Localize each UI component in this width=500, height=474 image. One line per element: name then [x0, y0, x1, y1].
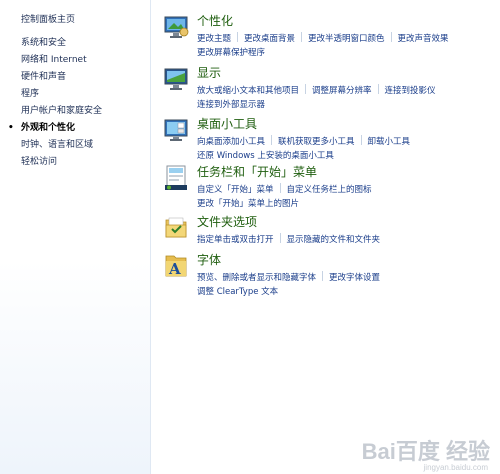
category-links: 自定义「开始」菜单 自定义任务栏上的图标更改「开始」菜单上的图片 — [197, 183, 497, 211]
taskbar-icon[interactable] — [164, 165, 190, 191]
task-link[interactable]: 还原 Windows 上安装的桌面小工具 — [197, 151, 334, 161]
link-row: 调整 ClearType 文本 — [197, 285, 497, 299]
main-content: 个性化更改主题 更改桌面背景 更改半透明窗口颜色 更改声音效果更改屏幕保护程序显示放大… — [150, 0, 500, 474]
link-separator — [271, 135, 273, 145]
task-link[interactable]: 显示隐藏的文件和文件夹 — [287, 235, 381, 245]
task-link[interactable]: 连接到外部显示器 — [197, 100, 265, 110]
sidebar-item-label: 硬件和声音 — [21, 72, 67, 82]
category-title[interactable]: 显示 — [197, 66, 221, 81]
sidebar-item-label: 外观和个性化 — [21, 123, 76, 133]
link-separator — [390, 32, 392, 42]
sidebar-list: 系统和安全网络和 Internet 硬件和声音程序用户帐户和家庭安全 • 外观和个性化… — [8, 35, 102, 171]
link-row: 更改屏幕保护程序 — [197, 46, 497, 60]
svg-text:A: A — [168, 260, 181, 278]
sidebar-item-label: 用户帐户和家庭安全 — [21, 106, 103, 116]
sidebar-item-label: 网络和 Internet — [21, 55, 87, 65]
link-separator — [279, 233, 281, 243]
link-separator — [377, 84, 379, 94]
task-link[interactable]: 更改桌面背景 — [244, 34, 295, 44]
sidebar-item[interactable]: 轻松访问 — [21, 154, 102, 171]
folder-options-icon[interactable] — [164, 215, 190, 241]
task-link[interactable]: 卸载小工具 — [368, 137, 411, 147]
sidebar-item[interactable]: 硬件和声音 — [21, 69, 102, 86]
category-links: 向桌面添加小工具 联机获取更多小工具 卸载小工具还原 Windows 上安装的桌面小… — [197, 135, 497, 163]
link-row: 指定单击或双击打开 显示隐藏的文件和文件夹 — [197, 233, 497, 247]
active-bullet-icon: • — [8, 123, 14, 133]
category-title[interactable]: 文件夹选项 — [197, 215, 257, 230]
task-link[interactable]: 放大或缩小文本和其他项目 — [197, 86, 299, 96]
sidebar-item-label: 轻松访问 — [21, 157, 58, 167]
link-separator — [301, 32, 303, 42]
link-row: 放大或缩小文本和其他项目 调整屏幕分辨率 连接到投影仪 — [197, 84, 497, 98]
link-row: 自定义「开始」菜单 自定义任务栏上的图标 — [197, 183, 497, 197]
desktop-gadgets-icon[interactable] — [164, 117, 190, 143]
task-link[interactable]: 更改「开始」菜单上的图片 — [197, 199, 299, 209]
watermark-url: jingyan.baidu.com — [423, 463, 488, 472]
link-row: 更改主题 更改桌面背景 更改半透明窗口颜色 更改声音效果 — [197, 32, 497, 46]
watermark-logo: Bai百度 经验 — [361, 439, 490, 464]
task-link[interactable]: 更改字体设置 — [329, 273, 380, 283]
link-separator — [322, 271, 324, 281]
sidebar-item[interactable]: 网络和 Internet — [21, 52, 102, 69]
task-link[interactable]: 连接到投影仪 — [385, 86, 436, 96]
task-link[interactable]: 更改主题 — [197, 34, 231, 44]
category-title[interactable]: 字体 — [197, 253, 221, 268]
fonts-icon[interactable]: A — [164, 253, 190, 279]
category-links: 指定单击或双击打开 显示隐藏的文件和文件夹 — [197, 233, 497, 247]
sidebar-item[interactable]: 程序 — [21, 86, 102, 103]
link-row: 还原 Windows 上安装的桌面小工具 — [197, 149, 497, 163]
category-title[interactable]: 任务栏和「开始」菜单 — [197, 165, 317, 180]
left-navigation-pane: 控制面板主页 系统和安全网络和 Internet 硬件和声音程序用户帐户和家庭安全… — [0, 0, 151, 474]
task-link[interactable]: 调整 ClearType 文本 — [197, 287, 278, 297]
sidebar-item[interactable]: 系统和安全 — [21, 35, 102, 52]
category-links: 放大或缩小文本和其他项目 调整屏幕分辨率 连接到投影仪连接到外部显示器 — [197, 84, 497, 112]
category-links: 预览、删除或者显示和隐藏字体 更改字体设置调整 ClearType 文本 — [197, 271, 497, 299]
task-link[interactable]: 更改声音效果 — [398, 34, 449, 44]
control-panel-home-link[interactable]: 控制面板主页 — [21, 12, 75, 25]
link-separator — [360, 135, 362, 145]
link-row: 向桌面添加小工具 联机获取更多小工具 卸载小工具 — [197, 135, 497, 149]
category-links: 更改主题 更改桌面背景 更改半透明窗口颜色 更改声音效果更改屏幕保护程序 — [197, 32, 497, 60]
task-link[interactable]: 向桌面添加小工具 — [197, 137, 265, 147]
link-separator — [305, 84, 307, 94]
sidebar-item-label: 程序 — [21, 89, 40, 99]
link-row: 预览、删除或者显示和隐藏字体 更改字体设置 — [197, 271, 497, 285]
task-link[interactable]: 联机获取更多小工具 — [278, 137, 355, 147]
sidebar-item[interactable]: 用户帐户和家庭安全 — [21, 103, 102, 120]
task-link[interactable]: 自定义任务栏上的图标 — [287, 185, 372, 195]
link-row: 更改「开始」菜单上的图片 — [197, 197, 497, 211]
category-title[interactable]: 桌面小工具 — [197, 117, 257, 132]
task-link[interactable]: 指定单击或双击打开 — [197, 235, 274, 245]
sidebar-item-label: 时钟、语言和区域 — [21, 140, 94, 150]
display-icon[interactable] — [164, 66, 190, 92]
task-link[interactable]: 更改半透明窗口颜色 — [308, 34, 385, 44]
task-link[interactable]: 预览、删除或者显示和隐藏字体 — [197, 273, 316, 283]
sidebar-item[interactable]: 时钟、语言和区域 — [21, 137, 102, 154]
sidebar-item[interactable]: • 外观和个性化 — [8, 120, 102, 137]
personalization-icon[interactable] — [164, 14, 190, 40]
category-title[interactable]: 个性化 — [197, 14, 233, 29]
task-link[interactable]: 调整屏幕分辨率 — [312, 86, 372, 96]
link-row: 连接到外部显示器 — [197, 98, 497, 112]
task-link[interactable]: 自定义「开始」菜单 — [197, 185, 274, 195]
task-link[interactable]: 更改屏幕保护程序 — [197, 48, 265, 58]
link-separator — [279, 183, 281, 193]
sidebar-item-label: 系统和安全 — [21, 38, 67, 48]
link-separator — [237, 32, 239, 42]
